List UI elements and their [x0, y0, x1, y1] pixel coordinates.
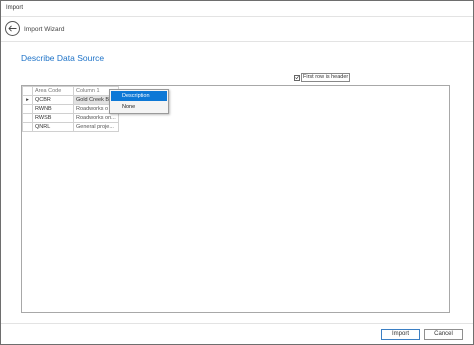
column-type-context-menu: Description None — [109, 89, 169, 114]
table-cell[interactable]: RWSB — [32, 113, 74, 123]
first-row-header-checkbox[interactable] — [294, 74, 300, 81]
title-bar: Import — [1, 1, 473, 17]
arrow-left-icon — [8, 25, 17, 32]
table-cell[interactable]: General proje... — [73, 122, 119, 132]
row-header-corner — [22, 86, 33, 96]
header-divider — [1, 41, 473, 42]
current-row-indicator-icon: ▸ — [22, 95, 33, 105]
first-row-header-option[interactable]: First row is header — [294, 73, 351, 82]
grid-header-row: Area Code Column 1 — [22, 86, 119, 96]
section-title: Describe Data Source — [21, 53, 105, 63]
table-row[interactable]: QNRL General proje... — [22, 122, 119, 132]
table-cell[interactable]: RWNB — [32, 104, 74, 114]
menu-item-none[interactable]: None — [111, 102, 167, 112]
cancel-button[interactable]: Cancel — [424, 329, 463, 340]
first-row-header-label[interactable]: First row is header — [301, 73, 351, 82]
menu-item-description[interactable]: Description — [111, 91, 167, 101]
wizard-title: Import Wizard — [24, 26, 65, 33]
footer-divider — [1, 323, 473, 324]
row-header — [22, 122, 33, 132]
table-cell[interactable]: Roadworks on... — [73, 113, 119, 123]
table-cell[interactable]: QCBR — [32, 95, 74, 105]
column-header-area-code[interactable]: Area Code — [32, 86, 74, 96]
row-header — [22, 113, 33, 123]
row-header — [22, 104, 33, 114]
table-row[interactable]: RWSB Roadworks on... — [22, 113, 119, 123]
data-preview-grid[interactable]: Area Code Column 1 ▸ QCBR Gold Creek B R… — [21, 85, 450, 313]
table-row[interactable]: RWNB Roadworks o — [22, 104, 119, 114]
table-row[interactable]: ▸ QCBR Gold Creek B — [22, 95, 119, 105]
import-window: Import Import Wizard Describe Data Sourc… — [0, 0, 474, 345]
window-title: Import — [6, 5, 24, 11]
checkmark-icon — [295, 76, 299, 80]
back-button[interactable] — [5, 21, 20, 36]
table-cell[interactable]: QNRL — [32, 122, 74, 132]
import-button[interactable]: Import — [381, 329, 420, 340]
